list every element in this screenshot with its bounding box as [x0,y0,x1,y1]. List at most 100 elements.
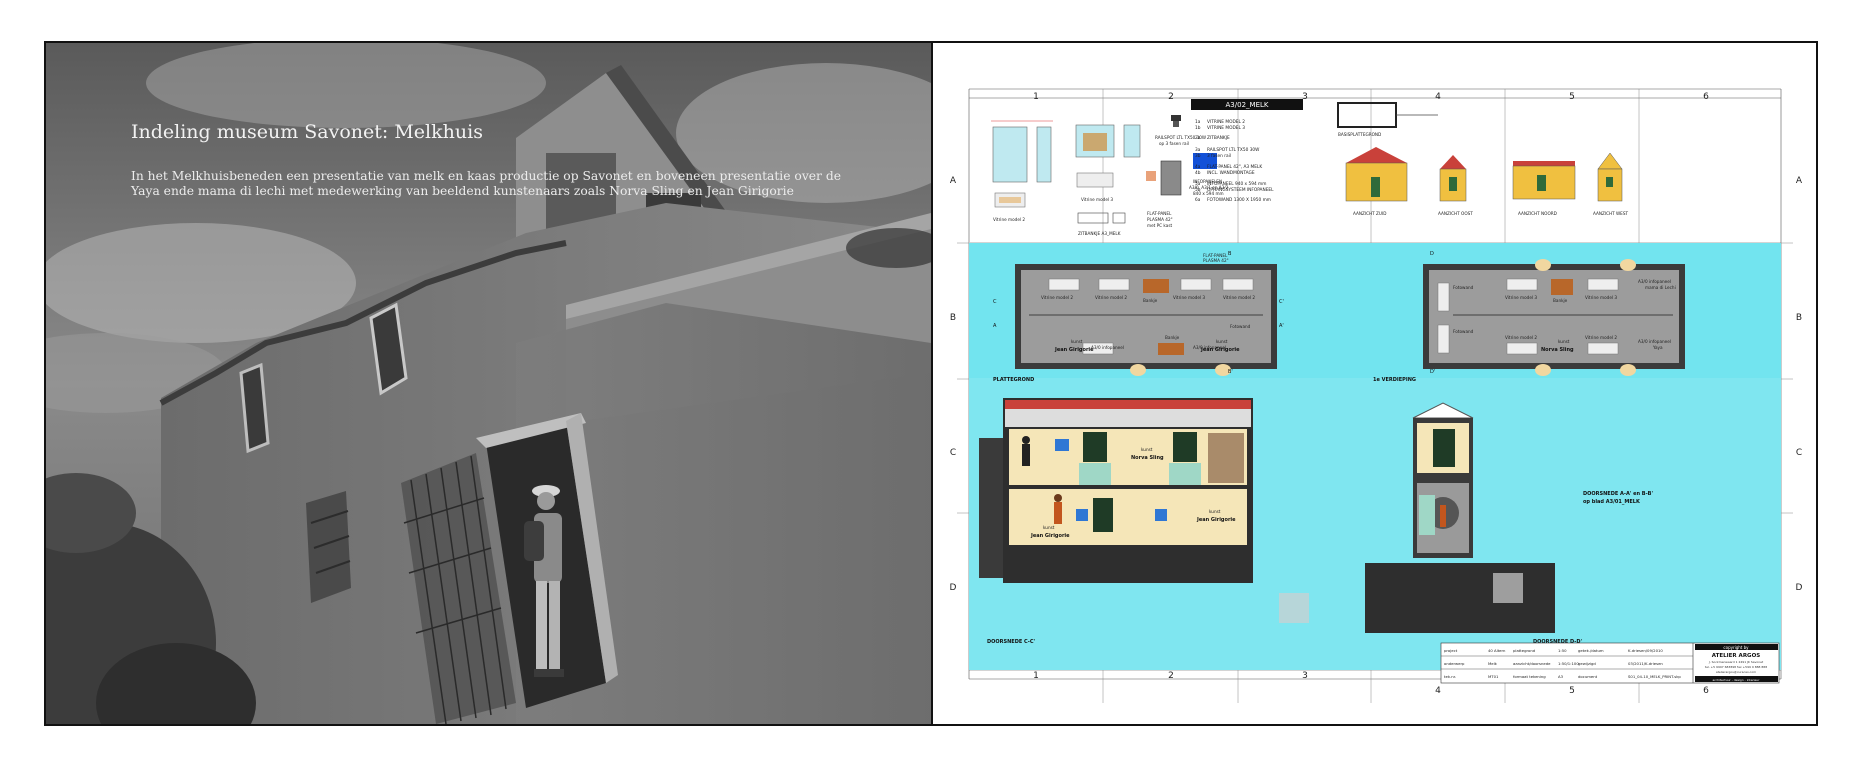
flat-panel-sub: PLASMA 42" [1147,217,1173,222]
vitrine-3-caption: Vitrine model 3 [1081,197,1113,202]
tb-firm-line: atelierargos@curacao.com [1716,670,1756,674]
plan-label: Fotowand [1230,324,1251,329]
tb-cell: Melk [1488,661,1498,666]
plan-label: Fotowand [1453,329,1474,334]
tb-firm-line: J. Sockmenwaard 1 2491 JK Savonet [1708,660,1764,664]
col-label: 3 [1302,671,1308,681]
doorsnede-ref-1: DOORSNEDE A-A' en B-B' [1583,491,1653,497]
tb-cell: formaat tekening [1513,674,1546,679]
section-mark: C' [1279,299,1284,305]
vitrine-2-caption: Vitrine model 2 [993,217,1025,222]
col-label: 1 [1033,671,1039,681]
legend-text: RAILSPOT LTL TX50 30W [1207,147,1260,153]
plan-label: Jean Girigorie [1054,347,1094,353]
section-label: Norva Sling [1131,455,1164,461]
row-label: D [1796,583,1803,593]
col-label: 4 [1435,92,1441,102]
plan-label: Bankje [1165,335,1180,340]
title-block: project 40 Altern plattegrond 1:50 getek… [1440,642,1780,684]
tb-cell: onderwerp [1444,661,1465,666]
plan-label: kunst [1071,339,1083,344]
section-mark: C [993,299,997,305]
col-label: 2 [1168,92,1174,102]
legend-num: 4b [1195,170,1201,176]
col-label: 2 [1168,671,1174,681]
tb-cell: 40 Altern [1488,648,1506,653]
building-photo [46,43,931,724]
legend-text: OPHANGSYSTEEM INFOPANEEL [1207,187,1274,193]
plan-label: Bankje [1553,298,1568,303]
plan-label: Vitrine model 2 [1095,295,1127,300]
tb-cell: aanzicht/doorsnede [1513,661,1551,666]
plan-label: Vitrine model 2 [1041,295,1073,300]
tb-cell: getek./datum [1578,648,1604,653]
plan-label: Vitrine model 2 [1585,335,1617,340]
row-label: A [950,176,957,186]
tb-copyright: copyright by [1723,645,1749,650]
situatie-label: BASISPLATTEGROND [1338,132,1381,137]
plan-label: kunst [1558,339,1570,344]
plan-label: Vitrine model 3 [1505,295,1537,300]
legend-num: 4a [1195,164,1201,170]
legend-num: 6a [1195,197,1201,203]
legend-text: INCL. WANDMONTAGE [1207,170,1255,176]
elevation-label: AANZICHT WEST [1593,211,1628,216]
drawing-page: 1 2 3 4 5 6 1 2 3 4 5 6 A B C D A B C D … [933,43,1816,724]
row-label: C [950,448,956,458]
legend-num: 5a [1195,181,1201,187]
plan-label: Vitrine model 2 [1223,295,1255,300]
section-mark: A [993,323,997,329]
flat-panel-sub2: met PC kast [1147,223,1173,228]
section-mark: D' [1430,369,1435,375]
section-label: Jean Girigorie [1030,533,1070,539]
doorsnede-cc-label: DOORSNEDE C-C' [987,639,1036,645]
railspot-sub: op 3 fasen rail [1159,141,1189,146]
plan-label: PLASMA 42" [1203,258,1229,263]
tb-cell: plattegrond [1513,648,1536,653]
plattegrond-label: PLATTEGROND [993,377,1034,383]
legend-text: VITRINE MODEL 2 [1207,119,1245,125]
plan-label: A3/0 infopaneel [1638,279,1671,284]
legend-text: 3 fasen rail [1207,153,1231,159]
col-label: 4 [1435,686,1441,696]
row-label: B [1796,313,1802,323]
row-label: D [950,583,957,593]
section-mark: D [1430,251,1434,257]
section-mark: B [1228,251,1232,257]
row-label: B [950,313,956,323]
row-label: A [1796,176,1803,186]
tb-cell: MT01 [1488,674,1499,679]
col-label: 6 [1703,686,1709,696]
plan-label: mama di Lechi [1645,285,1676,290]
section-mark: A' [1279,323,1284,329]
sheet-code: A3/02_MELK [1226,101,1269,109]
legend-num: 3b [1195,153,1201,159]
magazine-spread: Indeling museum Savonet: Melkhuis In het… [44,41,1818,726]
architectural-drawing: 1 2 3 4 5 6 1 2 3 4 5 6 A B C D A B C D … [933,43,1816,724]
tb-firm: ATELIER ARGOS [1712,653,1760,659]
tb-cell: document [1578,674,1598,679]
plan-label: kunst [1216,339,1228,344]
tb-cell: 03/2011/K.driesen [1628,661,1663,666]
elevation-label: AANZICHT ZUID [1353,211,1386,216]
legend-text: FOTOWAND 1300 X 1950 mm [1207,197,1271,203]
plan-label: Norva Sling [1541,347,1574,353]
section-label: kunst [1209,509,1221,514]
floor-plan-ground: Vitrine model 2 Vitrine model 2 Bankje V… [993,253,1277,383]
tb-cell: 1:50 [1558,648,1567,653]
row-label: C [1796,448,1802,458]
elevation-label: AANZICHT NOORD [1518,211,1557,216]
doorsnede-ref-2: op blad A3/01_MELK [1583,499,1641,505]
plan-label: Yaya [1652,345,1663,350]
legend-text: INFOPANEEL 940 x 594 mm [1207,181,1266,187]
col-label: 1 [1033,92,1039,102]
tb-cell: project [1444,648,1458,653]
legend-text: FLAT-PANEL 42", A3 MELK [1207,164,1262,170]
legend-num: 2a [1195,135,1201,141]
section-label: kunst [1043,525,1055,530]
elevation-label: AANZICHT OOST [1438,211,1473,216]
col-label: 5 [1569,92,1575,102]
plan-label: Jean Girigorie [1200,347,1240,353]
photo-page: Indeling museum Savonet: Melkhuis In het… [46,43,931,724]
plan-label: Bankje [1143,298,1158,303]
